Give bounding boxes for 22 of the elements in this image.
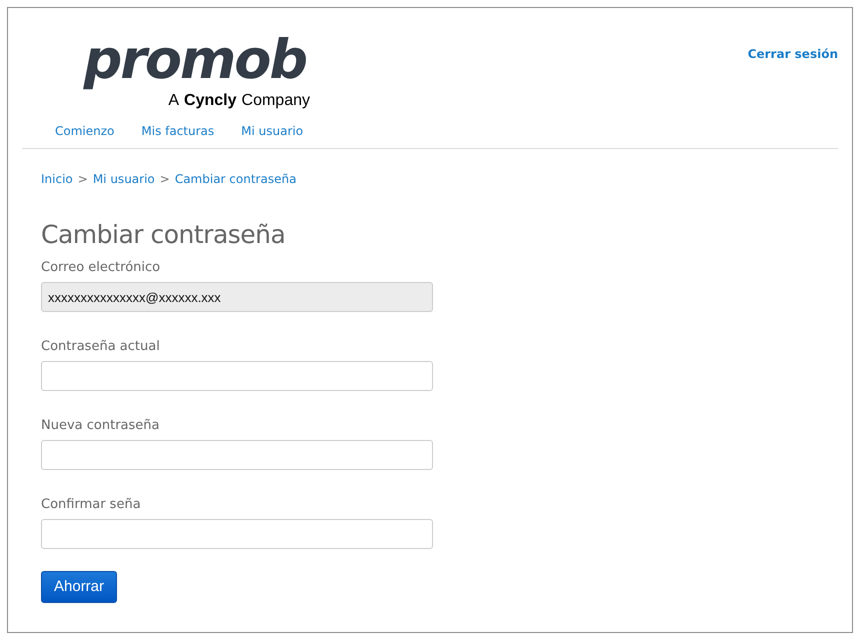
nav-link[interactable]: Mi usuario [241, 124, 304, 138]
logo-wordmark: promob [84, 28, 307, 92]
breadcrumb-separator: > [160, 172, 170, 186]
logo-tagline: A [168, 92, 180, 110]
page-title: Cambiar contraseña [41, 220, 286, 249]
logo-tagline: Company [242, 92, 310, 110]
field-label: Confirmar seña [41, 497, 142, 512]
input-field[interactable] [41, 361, 433, 391]
logout-link[interactable]: Cerrar sesión [748, 47, 838, 61]
logo-brand: Cyncly [184, 92, 237, 110]
breadcrumb-link[interactable]: Mi usuario [92, 172, 155, 186]
input-field[interactable] [41, 440, 433, 470]
breadcrumb-link[interactable]: Cambiar contraseña [174, 172, 296, 186]
field-label: Nueva contraseña [41, 418, 160, 433]
breadcrumb-link[interactable]: Inicio [41, 172, 73, 186]
input-field[interactable] [41, 519, 433, 549]
nav-link[interactable]: Mis facturas [141, 124, 214, 138]
breadcrumb-separator: > [78, 172, 88, 186]
field-label: Contraseña actual [41, 339, 161, 354]
field-label: Correo electrónico [41, 260, 162, 275]
nav-link[interactable]: Comienzo [55, 124, 114, 138]
save-button[interactable]: Ahorrar [41, 570, 118, 602]
